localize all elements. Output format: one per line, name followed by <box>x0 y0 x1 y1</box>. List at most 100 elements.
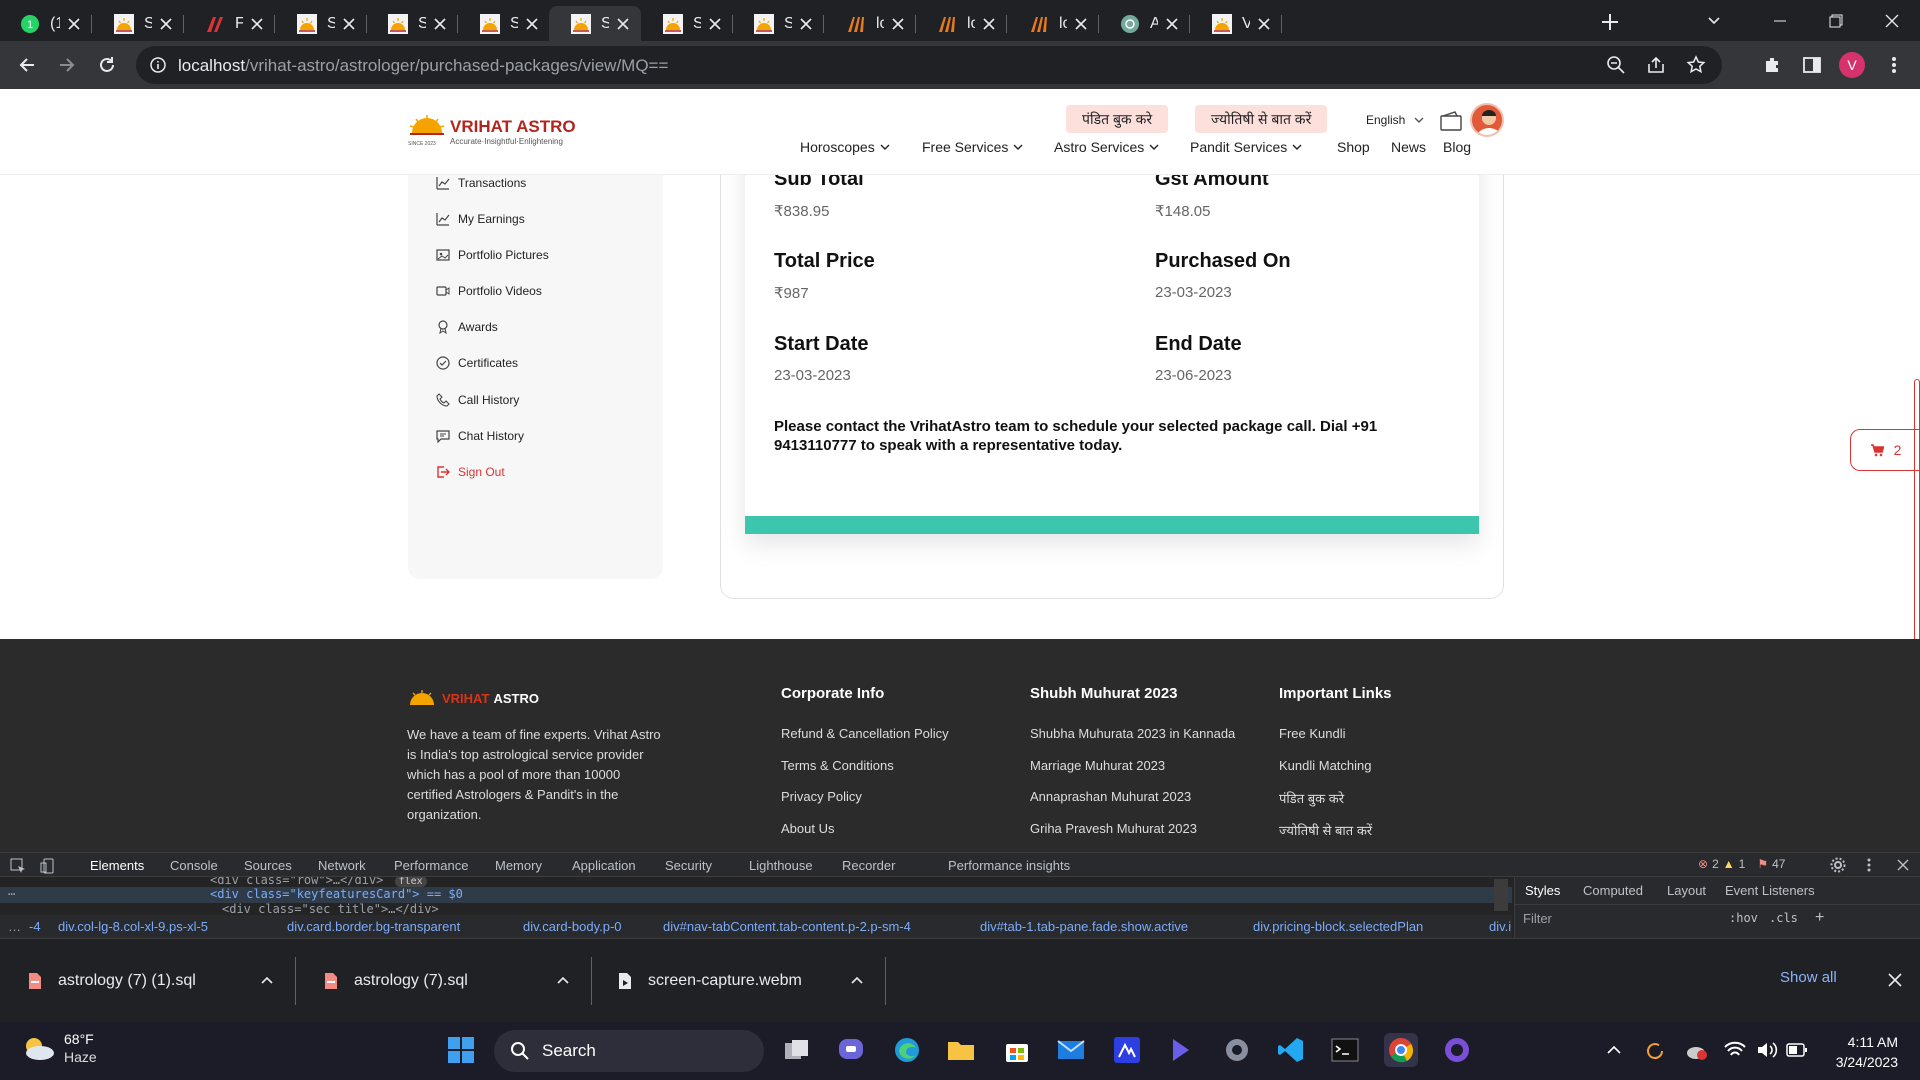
more-vert-icon[interactable] <box>1866 857 1872 873</box>
store-button[interactable] <box>1000 1033 1034 1067</box>
share-button[interactable] <box>1646 55 1666 75</box>
browser-tab[interactable]: Solu <box>366 6 458 41</box>
browser-tab[interactable]: Astro <box>1098 6 1190 41</box>
sidebar-item-call-history[interactable]: Call History <box>436 393 519 407</box>
github-desktop-button[interactable] <box>1440 1033 1474 1067</box>
footer-link[interactable]: About Us <box>781 821 834 836</box>
close-icon[interactable] <box>432 16 448 32</box>
start-button[interactable] <box>444 1033 478 1067</box>
breadcrumb-item[interactable]: … <box>8 919 21 934</box>
gear-icon[interactable] <box>1830 857 1846 873</box>
reload-button[interactable] <box>93 51 121 79</box>
file-explorer-button[interactable] <box>944 1033 978 1067</box>
app-button-1[interactable] <box>1110 1033 1144 1067</box>
chrome-button[interactable] <box>1384 1033 1418 1067</box>
volume-button[interactable] <box>1756 1040 1778 1060</box>
browser-tab[interactable]: Solu <box>732 6 824 41</box>
book-pandit-button[interactable]: पंडित बुक करे <box>1066 105 1169 133</box>
styles-tab-event-listeners[interactable]: Event Listeners <box>1725 883 1815 898</box>
devtools-tab-security[interactable]: Security <box>665 858 712 873</box>
close-icon[interactable] <box>1896 858 1910 872</box>
tray-cloud-icon[interactable] <box>1686 1040 1708 1062</box>
sidebar-item-awards[interactable]: Awards <box>436 320 498 334</box>
close-icon[interactable] <box>798 16 814 32</box>
dom-node-row[interactable]: <div class="row">…</div> flex <box>210 877 427 887</box>
devtools-tab-performance[interactable]: Performance <box>394 858 468 873</box>
minimize-button[interactable] <box>1752 0 1808 41</box>
close-icon[interactable] <box>158 16 174 32</box>
side-panel-button[interactable] <box>1798 51 1826 79</box>
close-icon[interactable] <box>524 16 540 32</box>
elements-tree[interactable]: <div class="row">…</div> flex ⋯ <div cla… <box>0 877 1512 915</box>
sidebar-item-sign-out[interactable]: Sign Out <box>436 465 505 479</box>
browser-tab[interactable]: local <box>915 6 1007 41</box>
devtools-tab-lighthouse[interactable]: Lighthouse <box>749 858 813 873</box>
nav-item-news[interactable]: News <box>1391 139 1426 155</box>
download-item[interactable]: astrology (7) (1).sql <box>0 939 296 1023</box>
breadcrumb-item[interactable]: div.card.border.bg-transparent <box>287 919 460 934</box>
download-item[interactable]: screen-capture.webm <box>590 939 886 1023</box>
device-toggle-icon[interactable] <box>40 858 56 874</box>
browser-tab[interactable]: Solu <box>92 6 184 41</box>
edge-button[interactable] <box>890 1033 924 1067</box>
inspect-icon[interactable] <box>10 858 26 874</box>
back-button[interactable] <box>13 51 41 79</box>
sidebar-item-transactions[interactable]: Transactions <box>436 176 526 190</box>
footer-link[interactable]: Free Kundli <box>1279 726 1345 741</box>
close-icon[interactable] <box>1164 16 1180 32</box>
footer-logo[interactable]: VRIHAT ASTRO <box>407 689 539 707</box>
close-icon[interactable] <box>341 16 357 32</box>
talk-astrologer-button[interactable]: ज्योतिषी से बात करें <box>1195 105 1328 133</box>
browser-tab[interactable]: local <box>1007 6 1099 41</box>
sidebar-item-portfolio-pictures[interactable]: Portfolio Pictures <box>436 248 549 262</box>
language-selector[interactable]: English <box>1366 113 1425 127</box>
footer-link[interactable]: Marriage Muhurat 2023 <box>1030 758 1165 773</box>
chevron-up-icon[interactable] <box>260 974 274 988</box>
nav-item-shop[interactable]: Shop <box>1337 139 1370 155</box>
nav-item-blog[interactable]: Blog <box>1443 139 1471 155</box>
settings-button[interactable] <box>1220 1033 1254 1067</box>
breadcrumb-item[interactable]: div.col-lg-8.col-xl-9.ps-xl-5 <box>58 919 208 934</box>
nav-item-horoscopes[interactable]: Horoscopes <box>800 139 891 155</box>
system-clock[interactable]: 4:11 AM 3/24/2023 <box>1836 1032 1898 1072</box>
close-icon[interactable] <box>981 16 997 32</box>
devtools-tab-memory[interactable]: Memory <box>495 858 542 873</box>
sidebar-item-certificates[interactable]: Certificates <box>436 356 518 370</box>
sidebar-item-portfolio-videos[interactable]: Portfolio Videos <box>436 284 542 298</box>
breadcrumb-item[interactable]: div#tab-1.tab-pane.fade.show.active <box>980 919 1188 934</box>
chevron-up-icon[interactable] <box>850 974 864 988</box>
battery-button[interactable] <box>1786 1042 1808 1058</box>
nav-item-free-services[interactable]: Free Services <box>922 139 1024 155</box>
footer-link[interactable]: Shubha Muhurata 2023 in Kannada <box>1030 726 1235 741</box>
close-window-button[interactable] <box>1864 0 1920 41</box>
download-item[interactable]: astrology (7).sql <box>296 939 592 1023</box>
terminal-button[interactable] <box>1328 1033 1362 1067</box>
browser-tab[interactable]: Vriha <box>1190 6 1282 41</box>
devtools-tab-network[interactable]: Network <box>318 858 366 873</box>
close-icon[interactable] <box>890 16 906 32</box>
add-style-rule-button[interactable]: + <box>1815 909 1824 927</box>
browser-tab[interactable]: local <box>824 6 916 41</box>
profile-button[interactable]: V <box>1838 51 1866 79</box>
chevron-up-icon[interactable] <box>556 974 570 988</box>
devtools-tab-application[interactable]: Application <box>572 858 636 873</box>
bookmark-button[interactable] <box>1686 55 1706 75</box>
browser-tab[interactable]: 1 (1) W <box>0 6 92 41</box>
vscode-button[interactable] <box>1274 1033 1308 1067</box>
user-avatar[interactable] <box>1470 103 1504 137</box>
teams-chat-button[interactable] <box>834 1033 868 1067</box>
footer-link[interactable]: Griha Pravesh Muhurat 2023 <box>1030 821 1197 836</box>
wallet-button[interactable] <box>1440 111 1462 131</box>
close-icon[interactable] <box>707 16 723 32</box>
devtools-tab-recorder[interactable]: Recorder <box>842 858 895 873</box>
elements-scrollbar[interactable] <box>1494 879 1508 911</box>
footer-link[interactable]: Terms & Conditions <box>781 758 894 773</box>
show-hidden-icons-button[interactable] <box>1606 1042 1622 1058</box>
devtools-counters[interactable]: ⊗ 2 ▲ 1 ⚑ 47 <box>1698 857 1785 871</box>
breadcrumb-item[interactable]: -4 <box>29 919 41 934</box>
forward-button[interactable] <box>53 51 81 79</box>
app-button-2[interactable] <box>1164 1033 1198 1067</box>
mail-button[interactable] <box>1054 1033 1088 1067</box>
task-view-button[interactable] <box>780 1033 814 1067</box>
address-bar[interactable]: localhost/vrihat-astro/astrologer/purcha… <box>136 46 1722 84</box>
